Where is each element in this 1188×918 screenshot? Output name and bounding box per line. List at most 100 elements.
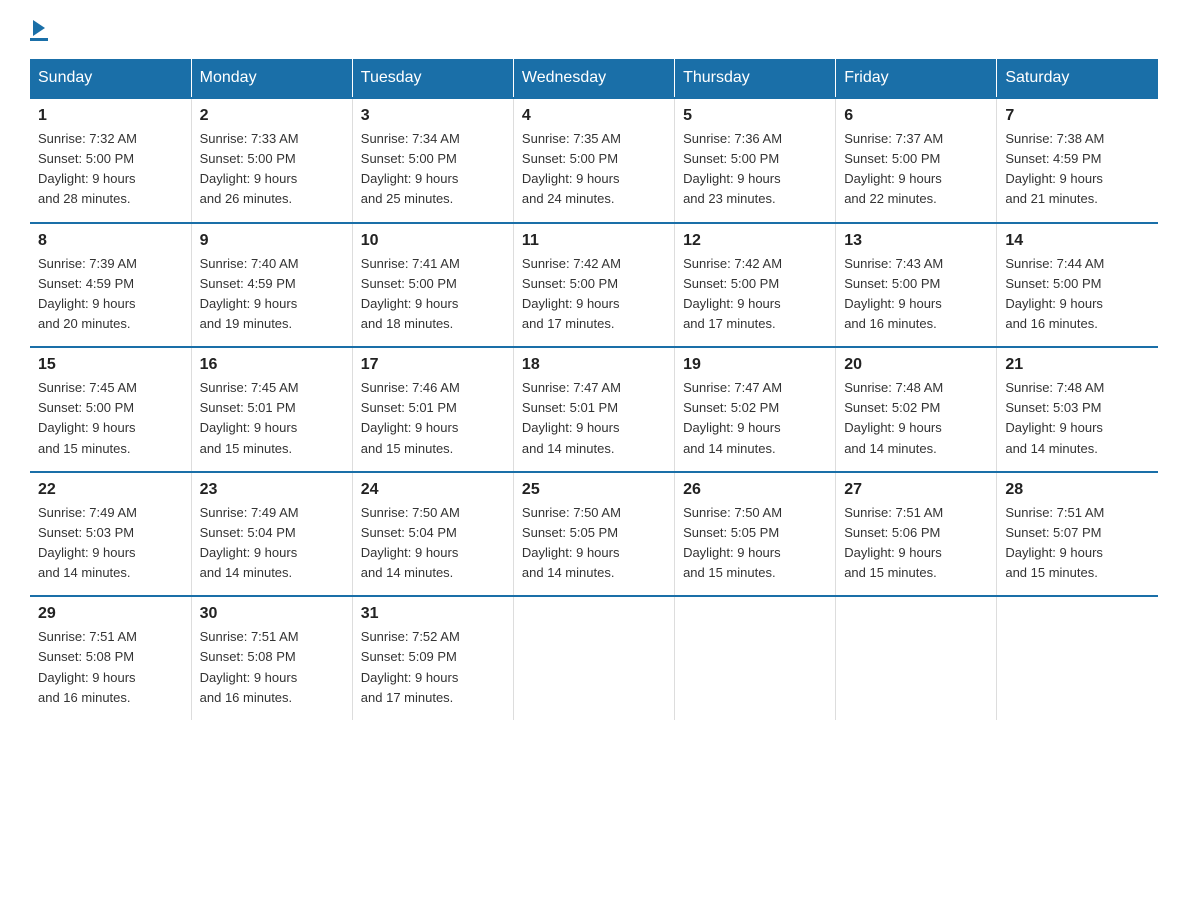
day-number: 30 xyxy=(200,605,344,623)
calendar-cell: 8 Sunrise: 7:39 AMSunset: 4:59 PMDaylight… xyxy=(30,223,191,348)
day-number: 1 xyxy=(38,107,183,125)
weekday-header-thursday: Thursday xyxy=(675,59,836,98)
day-number: 18 xyxy=(522,356,666,374)
calendar-cell: 27 Sunrise: 7:51 AMSunset: 5:06 PMDayligh… xyxy=(836,472,997,597)
calendar-cell: 23 Sunrise: 7:49 AMSunset: 5:04 PMDayligh… xyxy=(191,472,352,597)
calendar-week-1: 1 Sunrise: 7:32 AMSunset: 5:00 PMDaylight… xyxy=(30,98,1158,223)
day-number: 16 xyxy=(200,356,344,374)
day-number: 4 xyxy=(522,107,666,125)
day-info: Sunrise: 7:48 AMSunset: 5:02 PMDaylight:… xyxy=(844,380,943,455)
calendar-cell: 28 Sunrise: 7:51 AMSunset: 5:07 PMDayligh… xyxy=(997,472,1158,597)
calendar-week-3: 15Sunrise: 7:45 AMSunset: 5:00 PMDayligh… xyxy=(30,347,1158,472)
calendar-cell: 6 Sunrise: 7:37 AMSunset: 5:00 PMDaylight… xyxy=(836,98,997,223)
day-number: 28 xyxy=(1005,481,1150,499)
day-info: Sunrise: 7:37 AMSunset: 5:00 PMDaylight:… xyxy=(844,131,943,206)
day-info: Sunrise: 7:49 AMSunset: 5:04 PMDaylight:… xyxy=(200,505,299,580)
day-number: 26 xyxy=(683,481,827,499)
day-number: 20 xyxy=(844,356,988,374)
day-info: Sunrise: 7:50 AMSunset: 5:04 PMDaylight:… xyxy=(361,505,460,580)
day-info: Sunrise: 7:46 AMSunset: 5:01 PMDaylight:… xyxy=(361,380,460,455)
weekday-header-tuesday: Tuesday xyxy=(352,59,513,98)
calendar-cell: 31 Sunrise: 7:52 AMSunset: 5:09 PMDayligh… xyxy=(352,596,513,720)
calendar-cell: 30 Sunrise: 7:51 AMSunset: 5:08 PMDayligh… xyxy=(191,596,352,720)
calendar-cell: 4 Sunrise: 7:35 AMSunset: 5:00 PMDaylight… xyxy=(513,98,674,223)
day-number: 12 xyxy=(683,232,827,250)
calendar-cell: 20 Sunrise: 7:48 AMSunset: 5:02 PMDayligh… xyxy=(836,347,997,472)
day-info: Sunrise: 7:32 AMSunset: 5:00 PMDaylight:… xyxy=(38,131,137,206)
day-number: 27 xyxy=(844,481,988,499)
day-number: 5 xyxy=(683,107,827,125)
day-info: Sunrise: 7:39 AMSunset: 4:59 PMDaylight:… xyxy=(38,256,137,331)
day-number: 2 xyxy=(200,107,344,125)
day-info: Sunrise: 7:50 AMSunset: 5:05 PMDaylight:… xyxy=(522,505,621,580)
weekday-header-monday: Monday xyxy=(191,59,352,98)
calendar-cell: 15Sunrise: 7:45 AMSunset: 5:00 PMDayligh… xyxy=(30,347,191,472)
day-number: 24 xyxy=(361,481,505,499)
calendar-cell: 19Sunrise: 7:47 AMSunset: 5:02 PMDayligh… xyxy=(675,347,836,472)
day-info: Sunrise: 7:51 AMSunset: 5:06 PMDaylight:… xyxy=(844,505,943,580)
calendar-cell: 7Sunrise: 7:38 AMSunset: 4:59 PMDaylight… xyxy=(997,98,1158,223)
calendar-week-2: 8 Sunrise: 7:39 AMSunset: 4:59 PMDaylight… xyxy=(30,223,1158,348)
page-header xyxy=(30,20,1158,41)
day-number: 8 xyxy=(38,232,183,250)
day-number: 14 xyxy=(1005,232,1150,250)
calendar-cell: 22 Sunrise: 7:49 AMSunset: 5:03 PMDayligh… xyxy=(30,472,191,597)
logo-underline xyxy=(30,38,48,41)
day-number: 22 xyxy=(38,481,183,499)
day-number: 17 xyxy=(361,356,505,374)
calendar-cell: 9 Sunrise: 7:40 AMSunset: 4:59 PMDaylight… xyxy=(191,223,352,348)
logo-arrow-icon xyxy=(33,20,45,36)
weekday-header-saturday: Saturday xyxy=(997,59,1158,98)
day-number: 9 xyxy=(200,232,344,250)
day-number: 6 xyxy=(844,107,988,125)
day-number: 21 xyxy=(1005,356,1150,374)
calendar-cell: 13Sunrise: 7:43 AMSunset: 5:00 PMDayligh… xyxy=(836,223,997,348)
day-number: 23 xyxy=(200,481,344,499)
day-info: Sunrise: 7:51 AMSunset: 5:08 PMDaylight:… xyxy=(200,629,299,704)
calendar-cell: 11Sunrise: 7:42 AMSunset: 5:00 PMDayligh… xyxy=(513,223,674,348)
day-number: 25 xyxy=(522,481,666,499)
calendar-cell: 26 Sunrise: 7:50 AMSunset: 5:05 PMDayligh… xyxy=(675,472,836,597)
day-info: Sunrise: 7:52 AMSunset: 5:09 PMDaylight:… xyxy=(361,629,460,704)
day-info: Sunrise: 7:34 AMSunset: 5:00 PMDaylight:… xyxy=(361,131,460,206)
day-info: Sunrise: 7:45 AMSunset: 5:01 PMDaylight:… xyxy=(200,380,299,455)
calendar-cell xyxy=(997,596,1158,720)
day-info: Sunrise: 7:50 AMSunset: 5:05 PMDaylight:… xyxy=(683,505,782,580)
calendar-cell xyxy=(836,596,997,720)
weekday-header-sunday: Sunday xyxy=(30,59,191,98)
day-number: 19 xyxy=(683,356,827,374)
day-info: Sunrise: 7:47 AMSunset: 5:01 PMDaylight:… xyxy=(522,380,621,455)
day-info: Sunrise: 7:36 AMSunset: 5:00 PMDaylight:… xyxy=(683,131,782,206)
day-info: Sunrise: 7:44 AMSunset: 5:00 PMDaylight:… xyxy=(1005,256,1104,331)
day-number: 10 xyxy=(361,232,505,250)
calendar-cell: 10 Sunrise: 7:41 AMSunset: 5:00 PMDayligh… xyxy=(352,223,513,348)
day-info: Sunrise: 7:42 AMSunset: 5:00 PMDaylight:… xyxy=(522,256,621,331)
day-info: Sunrise: 7:35 AMSunset: 5:00 PMDaylight:… xyxy=(522,131,621,206)
day-info: Sunrise: 7:38 AMSunset: 4:59 PMDaylight:… xyxy=(1005,131,1104,206)
day-info: Sunrise: 7:40 AMSunset: 4:59 PMDaylight:… xyxy=(200,256,299,331)
calendar-cell: 1 Sunrise: 7:32 AMSunset: 5:00 PMDaylight… xyxy=(30,98,191,223)
day-info: Sunrise: 7:51 AMSunset: 5:07 PMDaylight:… xyxy=(1005,505,1104,580)
day-number: 3 xyxy=(361,107,505,125)
weekday-header-wednesday: Wednesday xyxy=(513,59,674,98)
weekday-header-friday: Friday xyxy=(836,59,997,98)
calendar-cell: 12 Sunrise: 7:42 AMSunset: 5:00 PMDayligh… xyxy=(675,223,836,348)
calendar-cell xyxy=(675,596,836,720)
calendar-cell: 24 Sunrise: 7:50 AMSunset: 5:04 PMDayligh… xyxy=(352,472,513,597)
day-info: Sunrise: 7:42 AMSunset: 5:00 PMDaylight:… xyxy=(683,256,782,331)
day-number: 31 xyxy=(361,605,505,623)
day-info: Sunrise: 7:41 AMSunset: 5:00 PMDaylight:… xyxy=(361,256,460,331)
calendar-cell: 3 Sunrise: 7:34 AMSunset: 5:00 PMDaylight… xyxy=(352,98,513,223)
day-info: Sunrise: 7:45 AMSunset: 5:00 PMDaylight:… xyxy=(38,380,137,455)
calendar-cell: 18 Sunrise: 7:47 AMSunset: 5:01 PMDayligh… xyxy=(513,347,674,472)
calendar-cell: 29Sunrise: 7:51 AMSunset: 5:08 PMDayligh… xyxy=(30,596,191,720)
calendar-cell: 14 Sunrise: 7:44 AMSunset: 5:00 PMDayligh… xyxy=(997,223,1158,348)
day-number: 13 xyxy=(844,232,988,250)
calendar-cell: 5 Sunrise: 7:36 AMSunset: 5:00 PMDaylight… xyxy=(675,98,836,223)
logo xyxy=(30,20,48,41)
calendar-table: SundayMondayTuesdayWednesdayThursdayFrid… xyxy=(30,59,1158,720)
day-info: Sunrise: 7:48 AMSunset: 5:03 PMDaylight:… xyxy=(1005,380,1104,455)
day-info: Sunrise: 7:49 AMSunset: 5:03 PMDaylight:… xyxy=(38,505,137,580)
day-info: Sunrise: 7:51 AMSunset: 5:08 PMDaylight:… xyxy=(38,629,137,704)
day-info: Sunrise: 7:33 AMSunset: 5:00 PMDaylight:… xyxy=(200,131,299,206)
